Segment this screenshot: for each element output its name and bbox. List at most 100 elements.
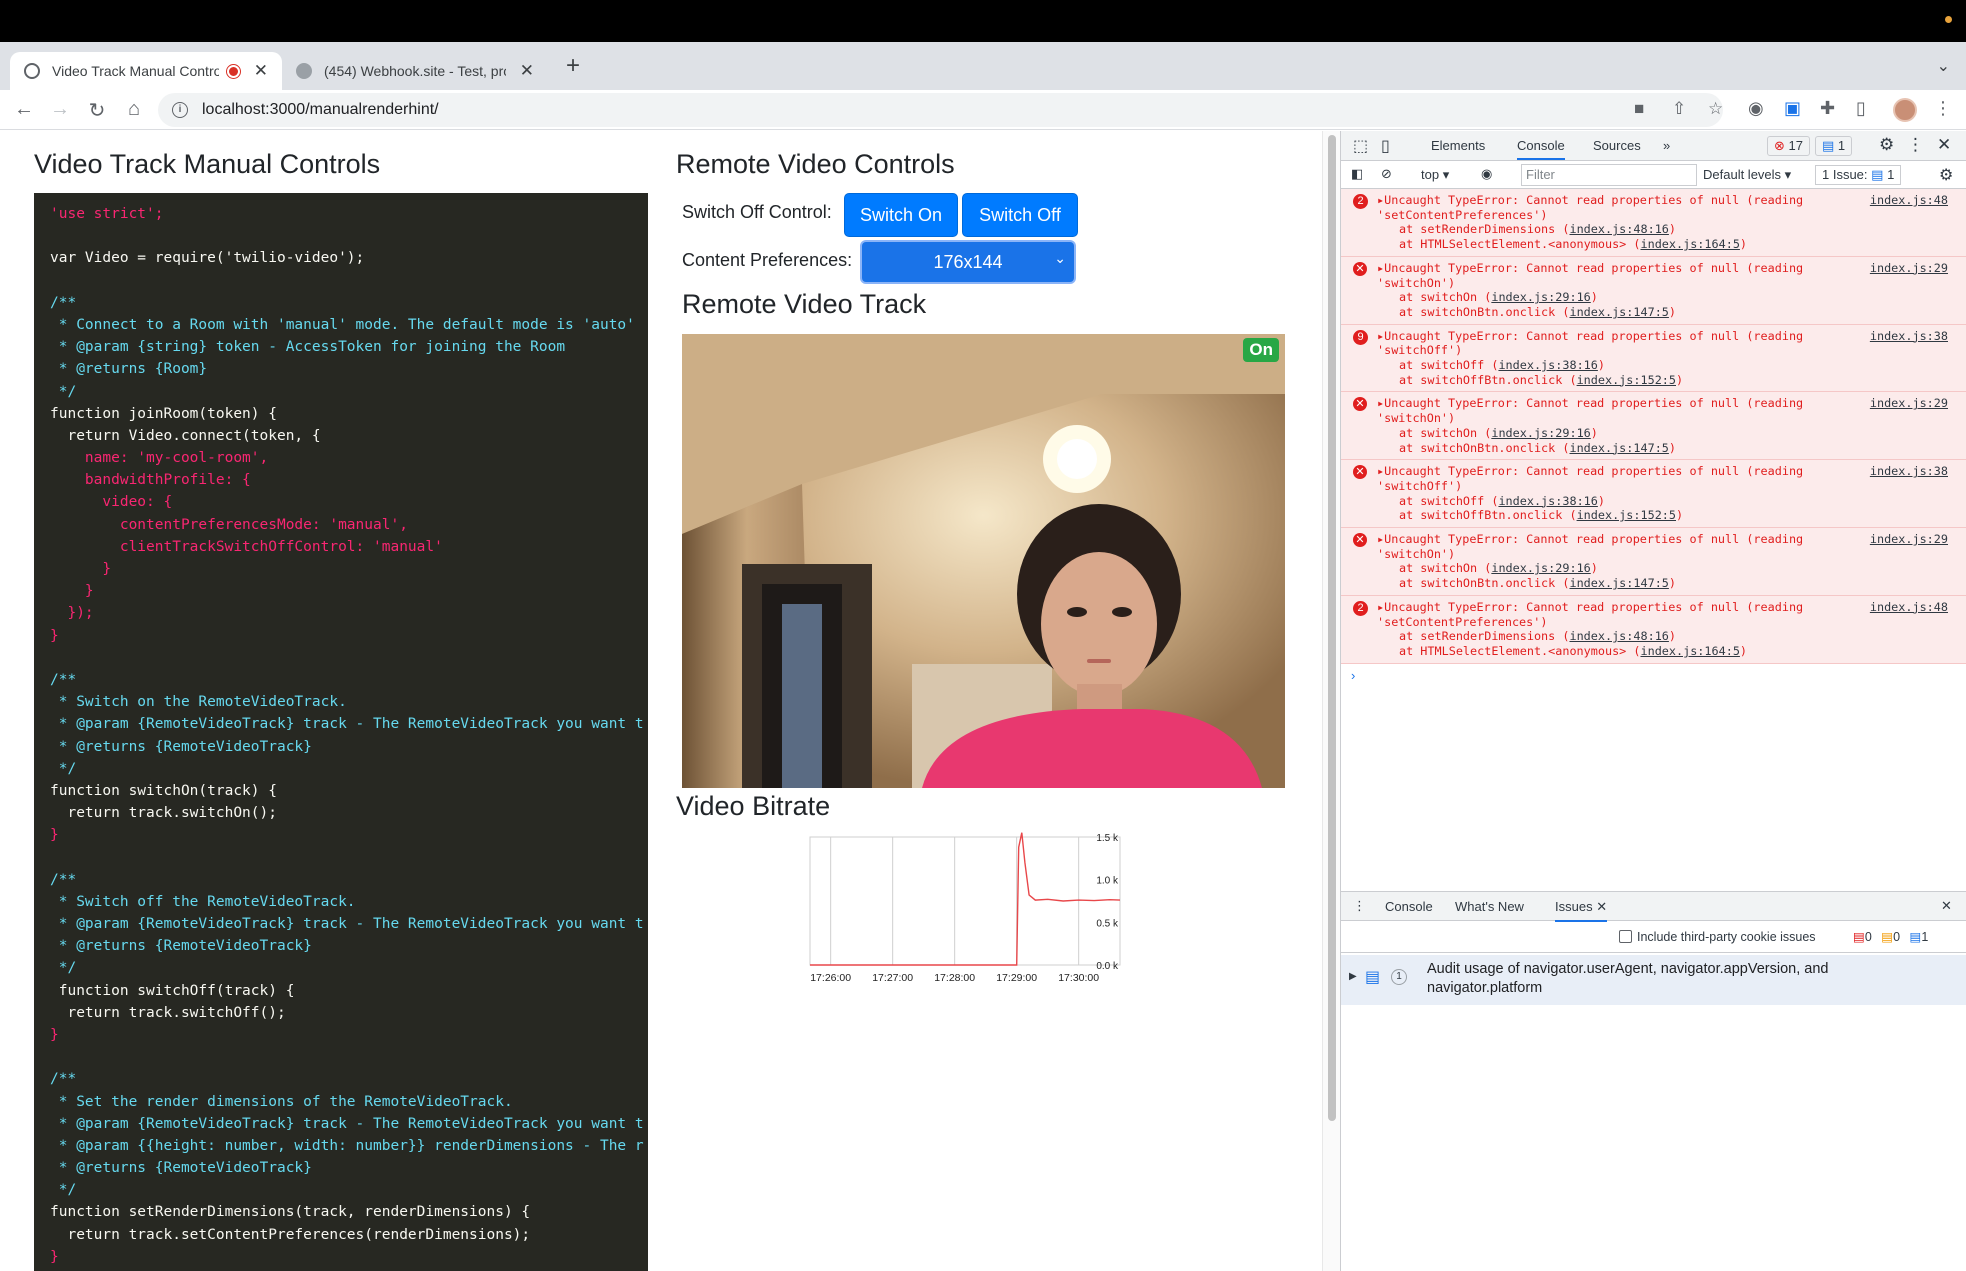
close-icon[interactable]: ✕ xyxy=(1937,135,1951,155)
extension-o-icon[interactable]: ◉ xyxy=(1748,98,1764,119)
source-link[interactable]: index.js:38 xyxy=(1870,329,1948,344)
tab-elements[interactable]: Elements xyxy=(1431,138,1485,153)
bookmark-star-icon[interactable]: ☆ xyxy=(1708,99,1723,119)
context-select[interactable]: top ▾ xyxy=(1421,167,1449,183)
issue-text-line1: Audit usage of navigator.userAgent, navi… xyxy=(1427,961,1829,977)
stack-frame-link[interactable]: index.js:147:5 xyxy=(1569,576,1668,590)
home-icon[interactable]: ⌂ xyxy=(122,98,146,121)
stack-frame-link[interactable]: index.js:48:16 xyxy=(1569,222,1668,236)
third-party-checkbox[interactable] xyxy=(1619,930,1632,943)
info-counter[interactable]: ▤ 1 xyxy=(1815,136,1853,156)
address-bar[interactable]: i localhost:3000/manualrenderhint/ ■ ⇧ ☆ xyxy=(158,93,1723,127)
back-icon[interactable]: ← xyxy=(12,98,36,121)
puzzle-icon[interactable]: ✚ xyxy=(1820,98,1835,119)
code-line: * @returns {RemoteVideoTrack} xyxy=(50,738,312,755)
console-error[interactable]: 2 ▸Uncaught TypeError: Cannot read proper… xyxy=(1341,595,1966,664)
gear-icon[interactable]: ⚙ xyxy=(1939,165,1953,185)
sidebar-toggle-icon[interactable]: ◧ xyxy=(1351,166,1363,182)
clear-console-icon[interactable]: ⊘ xyxy=(1381,166,1392,182)
drawer-tab-whats-new[interactable]: What's New xyxy=(1455,899,1524,914)
device-toggle-icon[interactable]: ▯ xyxy=(1381,136,1390,156)
code-line: */ xyxy=(50,383,77,400)
issue-row[interactable]: ▶ ▤ 1 Audit usage of navigator.userAgent… xyxy=(1341,955,1966,1005)
console-prompt[interactable]: › xyxy=(1341,664,1966,683)
filter-input[interactable]: Filter xyxy=(1521,164,1697,186)
scrollbar-thumb[interactable] xyxy=(1328,135,1336,1121)
stack-frame-link[interactable]: index.js:147:5 xyxy=(1569,441,1668,455)
issues-button[interactable]: 1 Issue: ▤ 1 xyxy=(1815,165,1902,185)
more-vertical-icon[interactable]: ⋮ xyxy=(1907,135,1924,155)
console-error[interactable]: ✕ ▸Uncaught TypeError: Cannot read proper… xyxy=(1341,256,1966,325)
gear-icon[interactable]: ⚙ xyxy=(1879,135,1894,155)
forward-icon[interactable]: → xyxy=(48,98,72,121)
content-preferences-select[interactable]: 176x144 ⌄ xyxy=(862,242,1074,282)
error-icon: ✕ xyxy=(1353,533,1367,548)
stack-frame: at switchOff (index.js:38:16) xyxy=(1377,494,1966,509)
source-link[interactable]: index.js:48 xyxy=(1870,600,1948,615)
inspect-icon[interactable]: ⬚ xyxy=(1353,136,1368,156)
code-line: } xyxy=(50,561,112,577)
reload-icon[interactable]: ↻ xyxy=(85,98,109,123)
drawer-tab-issues[interactable]: Issues ✕ xyxy=(1555,899,1608,922)
switch-off-button[interactable]: Switch Off xyxy=(962,193,1078,237)
console-error[interactable]: ✕ ▸Uncaught TypeError: Cannot read proper… xyxy=(1341,528,1966,596)
share-icon[interactable]: ⇧ xyxy=(1672,99,1686,119)
close-icon[interactable]: ✕ xyxy=(254,61,268,81)
camera-icon[interactable]: ■ xyxy=(1634,99,1644,119)
close-icon[interactable]: ✕ xyxy=(1596,899,1607,914)
devtools-panel: ⬚ ▯ Elements Console Sources » ⊗ 17 ▤ 1 … xyxy=(1340,131,1966,1271)
expand-triangle-icon[interactable]: ▶ xyxy=(1349,971,1357,982)
stack-frame-link[interactable]: index.js:147:5 xyxy=(1569,305,1668,319)
tab-console[interactable]: Console xyxy=(1517,138,1565,160)
stack-frame-link[interactable]: index.js:164:5 xyxy=(1640,644,1739,658)
switch-on-button[interactable]: Switch On xyxy=(844,193,958,237)
stack-frame-link[interactable]: index.js:152:5 xyxy=(1577,508,1676,522)
console-error[interactable]: 2 ▸Uncaught TypeError: Cannot read proper… xyxy=(1341,189,1966,257)
code-line: function setRenderDimensions(track, rend… xyxy=(50,1204,531,1221)
stack-frame-link[interactable]: index.js:164:5 xyxy=(1640,237,1739,251)
stack-frame-link[interactable]: index.js:29:16 xyxy=(1491,290,1590,304)
more-tabs-icon[interactable]: » xyxy=(1663,138,1670,153)
levels-select[interactable]: Default levels ▾ xyxy=(1703,167,1791,183)
stack-frame-link[interactable]: index.js:29:16 xyxy=(1491,561,1590,575)
chevron-down-icon[interactable]: ⌄ xyxy=(1937,56,1950,76)
tab-video-track[interactable]: Video Track Manual Contro ✕ xyxy=(10,52,282,90)
error-message: Uncaught TypeError: Cannot read properti… xyxy=(1384,328,1804,343)
tab-sources[interactable]: Sources xyxy=(1593,138,1641,153)
page-scrollbar[interactable] xyxy=(1322,131,1340,1271)
error-counter[interactable]: ⊗ 17 xyxy=(1767,136,1810,156)
source-link[interactable]: index.js:29 xyxy=(1870,261,1948,276)
source-link[interactable]: index.js:29 xyxy=(1870,532,1948,547)
eye-icon[interactable]: ◉ xyxy=(1481,166,1492,182)
remote-video[interactable]: On xyxy=(682,334,1285,788)
translate-icon[interactable]: ▣ xyxy=(1784,98,1801,119)
stack-frame-close: ) xyxy=(1668,222,1677,237)
stack-frame-link[interactable]: index.js:38:16 xyxy=(1498,494,1597,508)
new-tab-button[interactable]: + xyxy=(566,52,580,80)
issue-warning-count: 0 xyxy=(1893,930,1901,944)
stack-frame-link[interactable]: index.js:48:16 xyxy=(1569,629,1668,643)
stack-frame-link[interactable]: index.js:29:16 xyxy=(1491,426,1590,440)
console-error[interactable]: ✕ ▸Uncaught TypeError: Cannot read proper… xyxy=(1341,460,1966,529)
close-drawer-icon[interactable]: ✕ xyxy=(1941,898,1952,914)
more-vertical-icon[interactable]: ⋮ xyxy=(1353,898,1366,914)
code-line: */ xyxy=(50,1182,77,1199)
close-icon[interactable]: ✕ xyxy=(520,61,534,81)
stack-frame-link[interactable]: index.js:152:5 xyxy=(1577,373,1676,387)
source-link[interactable]: index.js:48 xyxy=(1870,193,1948,208)
avatar[interactable] xyxy=(1893,98,1917,122)
console-error[interactable]: 9 ▸Uncaught TypeError: Cannot read proper… xyxy=(1341,324,1966,393)
tab-webhook[interactable]: (454) Webhook.site - Test, pro ✕ xyxy=(282,52,548,90)
webhook-icon xyxy=(296,63,312,79)
info-icon[interactable]: i xyxy=(172,102,188,118)
stack-frame-link[interactable]: index.js:38:16 xyxy=(1498,358,1597,372)
more-vertical-icon[interactable]: ⋮ xyxy=(1934,98,1952,119)
side-panel-icon[interactable]: ▯ xyxy=(1856,98,1866,119)
stack-frame-text: at setRenderDimensions ( xyxy=(1399,629,1570,644)
source-link[interactable]: index.js:29 xyxy=(1870,396,1948,411)
source-link[interactable]: index.js:38 xyxy=(1870,464,1948,479)
repeat-count-badge: 2 xyxy=(1353,194,1368,209)
drawer-tab-console[interactable]: Console xyxy=(1385,899,1433,914)
console-error[interactable]: ✕ ▸Uncaught TypeError: Cannot read proper… xyxy=(1341,392,1966,461)
error-argument: 'switchOff') xyxy=(1377,478,1463,493)
